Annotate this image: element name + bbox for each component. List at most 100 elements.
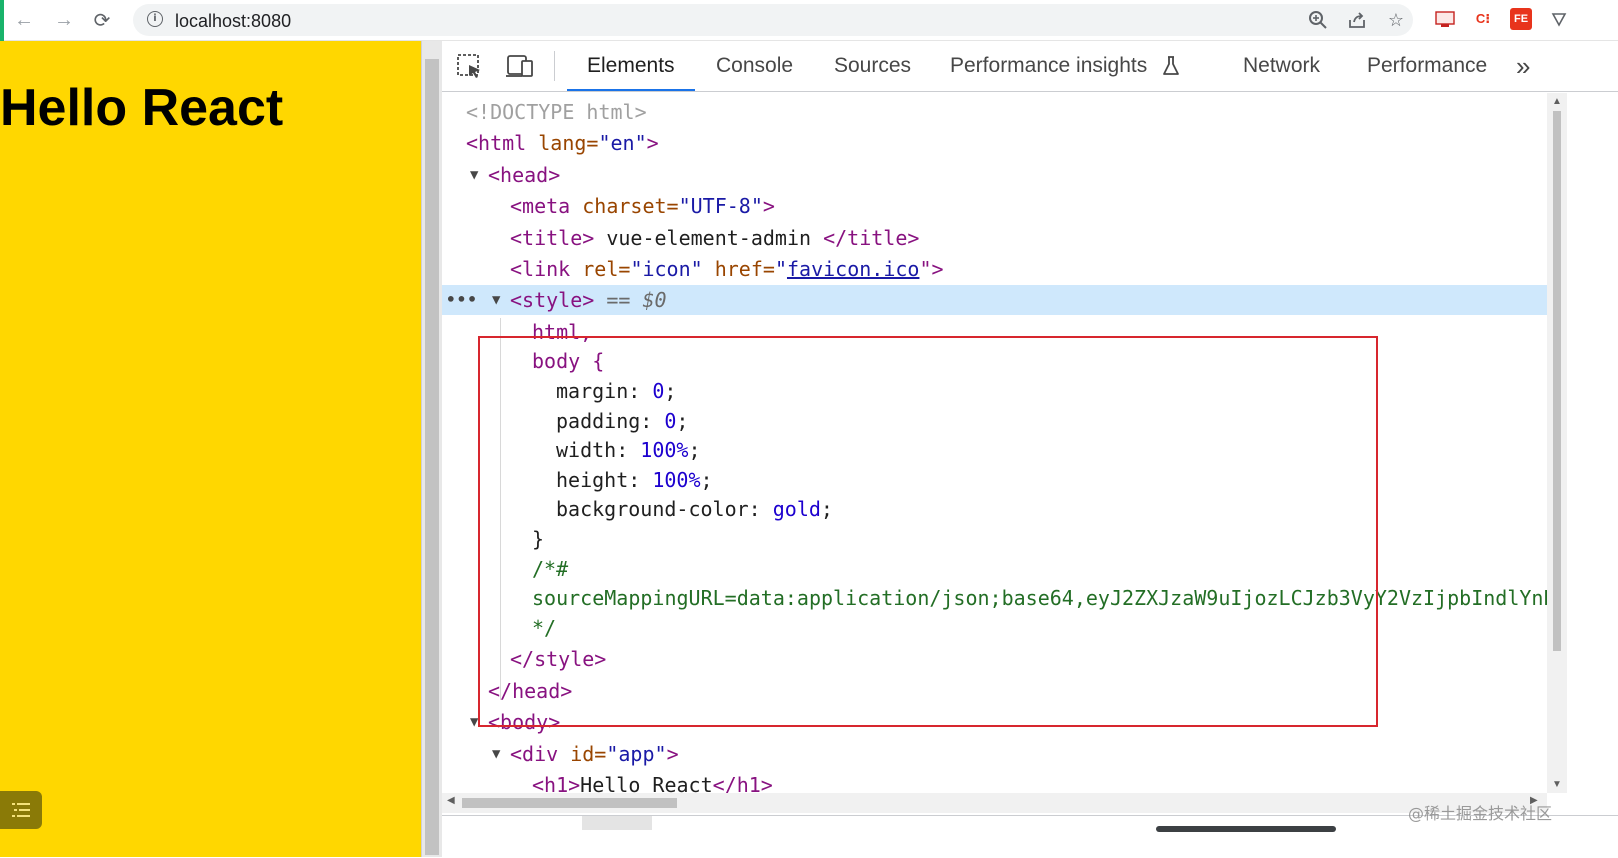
page-heading: Hello React xyxy=(0,79,284,137)
css-semicolon: ; xyxy=(676,409,689,433)
tab-network[interactable]: Network xyxy=(1243,41,1320,91)
comment-open: /*# xyxy=(532,557,569,581)
meta-tag-close: > xyxy=(762,194,775,218)
extension-screenshot-icon[interactable] xyxy=(1434,8,1456,30)
tree-line-html[interactable]: <html lang="en"> xyxy=(442,128,1547,158)
body-tag: <body> xyxy=(488,710,561,734)
head-tag: <head> xyxy=(488,163,561,187)
tree-line-doctype[interactable]: <!DOCTYPE html> xyxy=(442,97,1547,127)
link-tag: <link xyxy=(510,257,571,281)
tree-line-div-app[interactable]: ▼ <div id="app"> xyxy=(442,739,1547,769)
css-line: height: 100%; xyxy=(442,465,1547,495)
inspect-element-icon[interactable] xyxy=(454,51,486,81)
breadcrumb-chip[interactable] xyxy=(582,816,652,830)
reload-icon: ⟳ xyxy=(93,9,111,32)
expand-triangle-icon[interactable]: ▼ xyxy=(470,160,478,190)
tree-line-link[interactable]: <link rel="icon" href="favicon.ico"> xyxy=(442,254,1547,284)
css-line: padding: 0; xyxy=(442,406,1547,436)
browser-toolbar: ← → ⟳ i localhost:8080 ☆ C⁝ FE xyxy=(0,0,1618,41)
css-semicolon: ; xyxy=(664,379,677,403)
expand-triangle-icon[interactable]: ▼ xyxy=(492,285,500,315)
address-url[interactable]: localhost:8080 xyxy=(175,11,291,32)
tree-line-body[interactable]: ▼ <body> xyxy=(442,707,1547,737)
link-rel-attr: rel= xyxy=(570,257,631,281)
elements-vertical-scrollbar[interactable]: ▲ ▼ xyxy=(1547,93,1567,793)
forward-button[interactable]: → xyxy=(50,6,78,34)
title-close-tag: </title> xyxy=(823,226,920,250)
elements-horizontal-scrollbar[interactable]: ◀ ▶ xyxy=(442,793,1547,813)
expand-triangle-icon[interactable]: ▼ xyxy=(492,739,500,769)
scroll-left-icon[interactable]: ◀ xyxy=(447,795,455,806)
back-button[interactable]: ← xyxy=(10,6,38,34)
css-selector-html: html, xyxy=(532,320,593,344)
tab-elements[interactable]: Elements xyxy=(567,41,694,91)
tab-sources[interactable]: Sources xyxy=(834,41,911,91)
tab-performance[interactable]: Performance xyxy=(1367,41,1487,91)
tree-line-title[interactable]: <title> vue-element-admin </title> xyxy=(442,223,1547,253)
watermark-text: @稀土掘金技术社区 xyxy=(1408,804,1553,823)
flask-icon xyxy=(1163,56,1180,76)
style-open-tag: <style> xyxy=(510,288,595,312)
zoom-icon[interactable] xyxy=(1306,8,1330,32)
tab-performance-insights[interactable]: Performance insights xyxy=(950,41,1181,91)
device-toolbar-icon[interactable] xyxy=(504,51,536,81)
tree-line-style-selected[interactable]: ••• ▼ <style> == $0 xyxy=(442,285,1547,315)
title-open-tag: <title> xyxy=(510,226,595,250)
share-icon[interactable] xyxy=(1345,8,1369,32)
css-comment-line: */ xyxy=(442,613,1547,643)
css-value: 100% xyxy=(652,468,701,492)
expand-triangle-icon[interactable]: ▼ xyxy=(470,707,478,737)
css-comment-line: sourceMappingURL=data:application/json;b… xyxy=(442,583,1556,613)
css-value: 0 xyxy=(664,409,677,433)
link-href-quote: " xyxy=(774,257,787,281)
extension-menu-icon[interactable] xyxy=(1548,8,1570,30)
site-info-icon[interactable]: i xyxy=(147,11,163,27)
horizontal-scroll-thumb[interactable] xyxy=(462,798,677,808)
css-prop: margin: xyxy=(556,379,653,403)
tree-line-meta[interactable]: <meta charset="UTF-8"> xyxy=(442,191,1547,221)
doctype-text: <!DOCTYPE html> xyxy=(466,100,647,124)
css-line: width: 100%; xyxy=(442,435,1547,465)
meta-attr: charset= xyxy=(570,194,679,218)
link-rel-value: "icon" xyxy=(630,257,703,281)
scroll-down-icon[interactable]: ▼ xyxy=(1552,779,1562,790)
div-attr-value: "app" xyxy=(606,742,667,766)
comment-close: */ xyxy=(532,616,557,640)
scroll-up-icon[interactable]: ▲ xyxy=(1552,96,1562,107)
tree-line-head[interactable]: ▼ <head> xyxy=(442,160,1547,190)
extension-fe-icon[interactable]: FE xyxy=(1510,8,1532,30)
floating-menu-button[interactable] xyxy=(0,791,42,829)
reload-button[interactable]: ⟳ xyxy=(88,6,116,34)
css-line: } xyxy=(442,524,1547,554)
css-line: body { xyxy=(442,346,1547,376)
viewport-scrollbar[interactable] xyxy=(421,41,442,857)
head-close-tag: </head> xyxy=(488,679,573,703)
tree-line-h1[interactable]: <h1>Hello React</h1> xyxy=(442,770,1547,793)
tree-line-head-close[interactable]: </head> xyxy=(442,676,1547,706)
more-tabs-chevron-icon[interactable]: » xyxy=(1516,51,1531,82)
toolbar-separator xyxy=(554,51,555,81)
viewport-scrollbar-thumb[interactable] xyxy=(425,59,439,855)
bookmark-star-icon[interactable]: ☆ xyxy=(1384,8,1408,32)
css-line: background-color: gold; xyxy=(442,494,1547,524)
dollar-zero: $0 xyxy=(642,288,667,312)
devtools-panel: Elements Console Sources Performance ins… xyxy=(442,41,1618,858)
tab-console[interactable]: Console xyxy=(716,41,793,91)
title-text: vue-element-admin xyxy=(594,226,824,250)
html-attr: lang= xyxy=(526,131,599,155)
elements-tree: <!DOCTYPE html> <html lang="en"> ▼ <head… xyxy=(442,93,1592,793)
tree-line-style-close[interactable]: </style> xyxy=(442,644,1547,674)
equals-sign: == xyxy=(594,288,643,312)
h1-text: Hello React xyxy=(580,773,713,793)
more-actions-icon[interactable]: ••• xyxy=(446,285,478,315)
style-close-tag: </style> xyxy=(510,647,607,671)
extension-csdn-icon[interactable]: C⁝ xyxy=(1472,8,1494,30)
address-bar[interactable]: i localhost:8080 ☆ xyxy=(133,4,1413,36)
css-value: gold xyxy=(772,497,821,521)
favicon-link[interactable]: favicon.ico xyxy=(787,257,919,281)
css-value: 100% xyxy=(640,438,689,462)
vertical-scroll-thumb[interactable] xyxy=(1553,111,1561,651)
link-tag-close: "> xyxy=(919,257,944,281)
css-line: margin: 0; xyxy=(442,376,1547,406)
h1-open-tag: <h1> xyxy=(532,773,581,793)
